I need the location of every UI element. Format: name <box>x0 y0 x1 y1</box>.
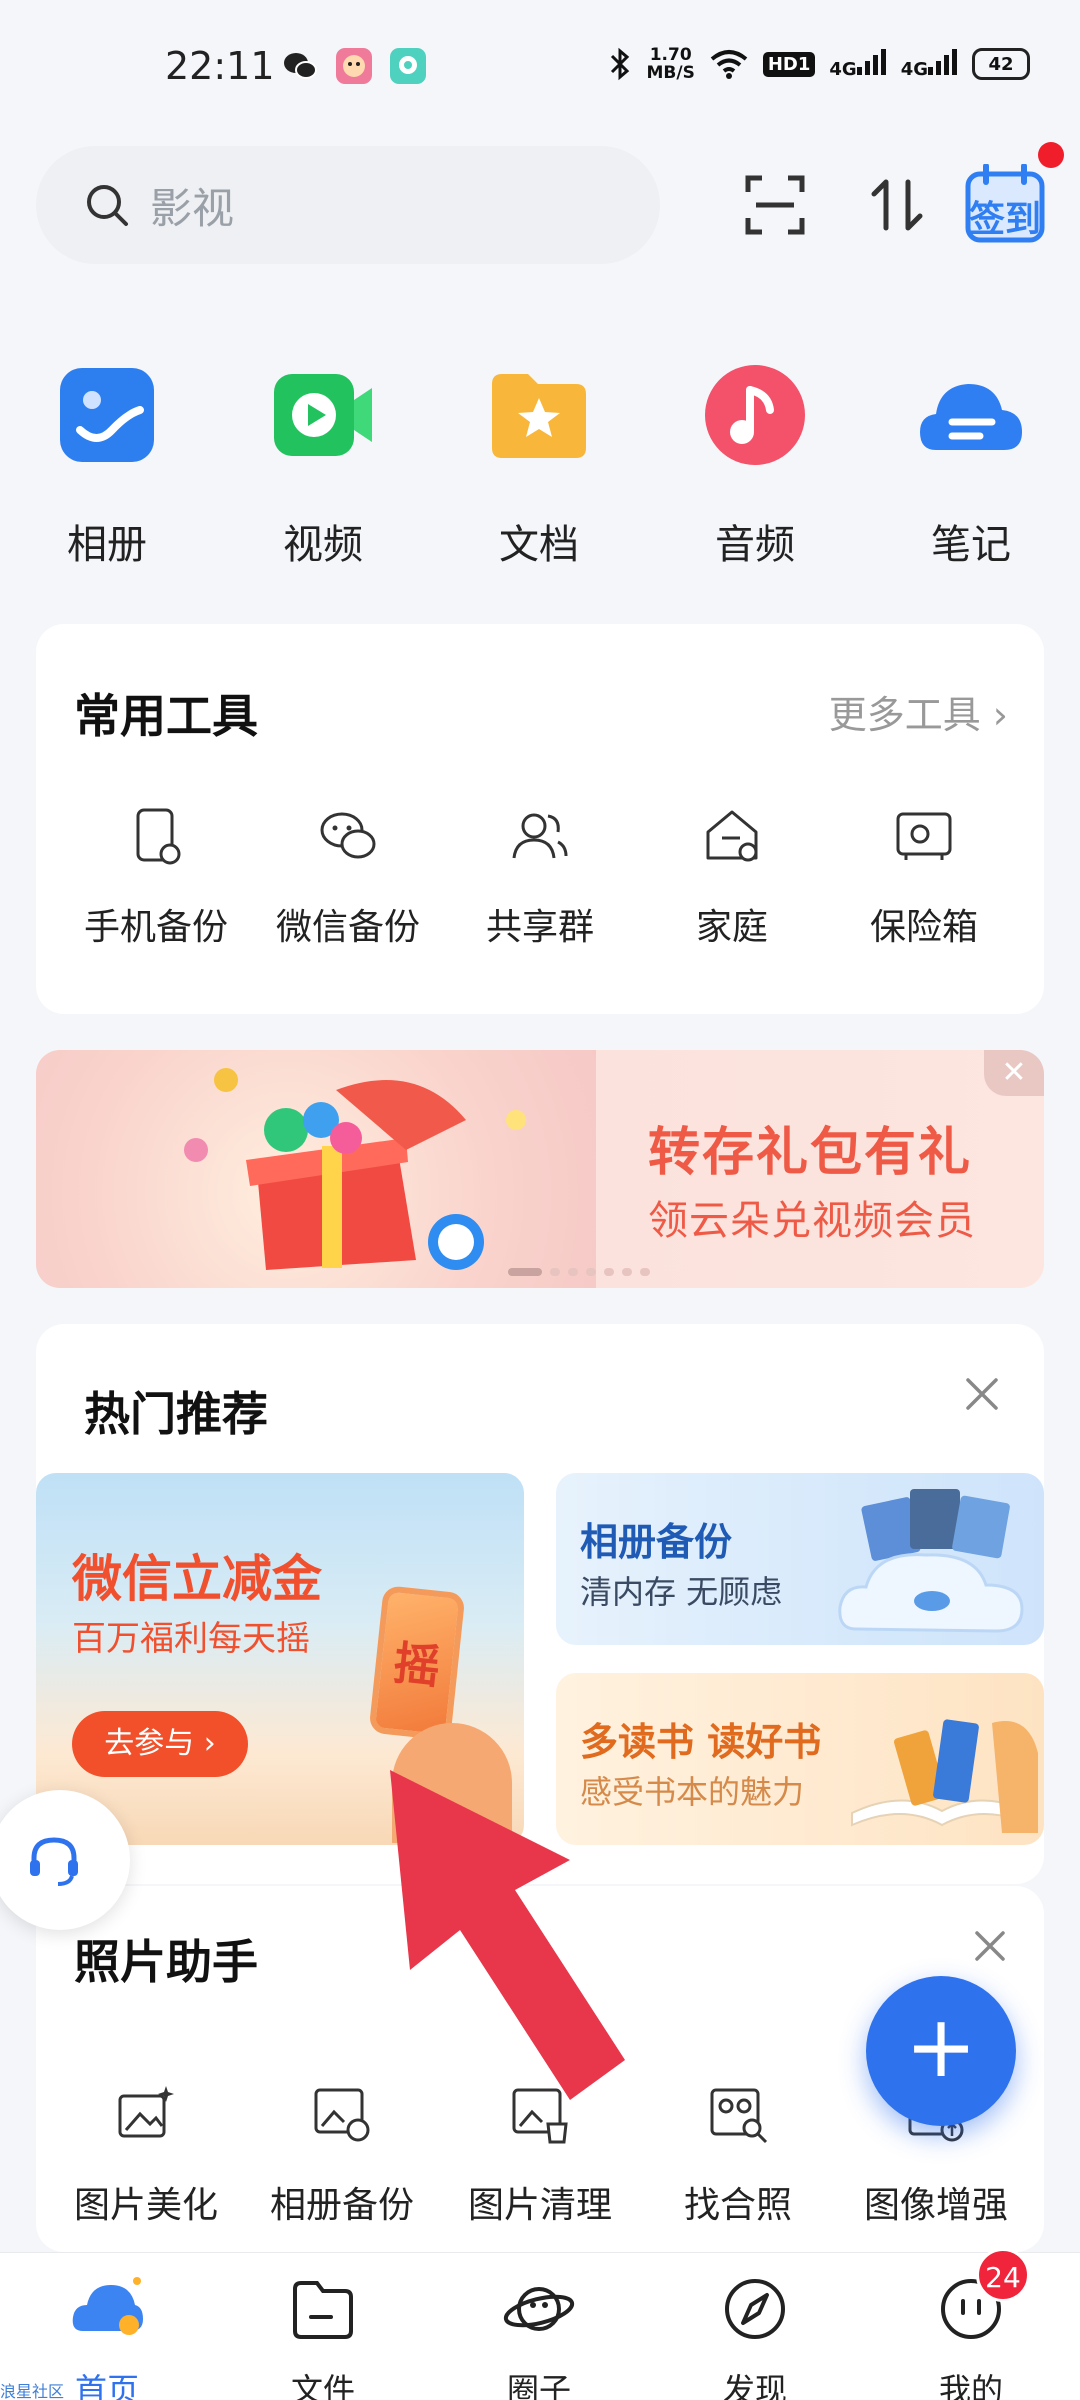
shake-phone-illustration: 摇 <box>368 1585 466 1741</box>
red-arrow-annotation <box>390 1770 625 2100</box>
tools-card-title: 常用工具 <box>74 689 258 743</box>
wechat-discount-title: 微信立减金 <box>72 1550 322 1608</box>
plus-icon: + <box>904 1997 978 2097</box>
category-document[interactable]: 文档 <box>459 360 619 570</box>
search-placeholder: 影视 <box>150 183 235 233</box>
photo-album-icon <box>60 368 154 462</box>
hot-card-title: 热门推荐 <box>84 1387 268 1441</box>
join-button[interactable]: 去参与 › <box>72 1711 248 1777</box>
nav-files[interactable]: 文件 <box>243 2271 403 2400</box>
safe-box-icon <box>896 812 952 860</box>
nav-circle[interactable]: 圈子 <box>459 2271 619 2400</box>
compass-icon <box>725 2279 785 2339</box>
bluetooth-icon <box>610 47 629 81</box>
battery-indicator: 42 <box>972 48 1030 80</box>
album-backup-subtitle: 清内存 无顾虑 <box>580 1573 783 1611</box>
more-tools-link[interactable]: 更多工具 › <box>829 684 1008 739</box>
bottom-navigation: 首页 文件 圈子 发现 我的 <box>0 2252 1080 2400</box>
document-folder-icon <box>492 374 586 458</box>
chevron-right-icon: › <box>980 693 1008 737</box>
common-tools-card: 常用工具 更多工具 › 手机备份 微信备份 共享群 家庭 保险箱 <box>36 624 1044 1014</box>
music-icon <box>705 365 805 465</box>
hd-icon: HD1 <box>762 51 816 77</box>
planet-icon <box>503 2287 575 2331</box>
tool-shared-group[interactable]: 共享群 <box>450 804 630 950</box>
add-button[interactable]: + <box>866 1976 1016 2126</box>
status-bar: 22:11 1.70 MB/S HD1 4G 4G 42 <box>0 0 1080 130</box>
banner-close-icon[interactable]: ✕ <box>984 1050 1044 1096</box>
wechat-backup-icon <box>320 812 376 859</box>
shake-glyph: 摇 <box>391 1635 443 1695</box>
cloud-photos-illustration <box>838 1489 1024 1633</box>
net-speed: 1.70 MB/S <box>646 45 695 83</box>
wechat-discount-subtitle: 百万福利每天摇 <box>72 1619 310 1659</box>
app-notification-icon <box>336 48 372 84</box>
chat-notification-icon <box>390 48 426 84</box>
signal-4g-1: 4G <box>829 48 886 80</box>
category-notes[interactable]: 笔记 <box>891 360 1051 570</box>
scan-icon[interactable] <box>740 170 810 240</box>
image-beautify-icon <box>118 2086 174 2138</box>
checkin-label: 签到 <box>968 199 1041 240</box>
photo-helper-title: 照片助手 <box>74 1935 258 1989</box>
phone-backup-icon <box>136 808 181 865</box>
family-home-icon <box>706 810 758 862</box>
tool-wechat-backup[interactable]: 微信备份 <box>258 804 438 950</box>
category-row: 相册 视频 文档 音频 笔记 <box>0 360 1080 580</box>
search-input[interactable]: 影视 <box>36 146 660 264</box>
category-audio[interactable]: 音频 <box>675 360 835 570</box>
status-time: 22:11 <box>165 44 275 88</box>
headset-icon <box>30 1837 78 1886</box>
notification-badge: 24 <box>976 2248 1030 2302</box>
shared-group-icon <box>512 813 568 859</box>
album-backup-icon <box>314 2088 370 2142</box>
tool-safe-box[interactable]: 保险箱 <box>834 804 1014 950</box>
signal-4g-2: 4G <box>901 48 958 80</box>
album-backup-card[interactable]: 相册备份 清内存 无顾虑 <box>556 1473 1044 1645</box>
nav-discover[interactable]: 发现 <box>675 2271 835 2400</box>
home-cloud-icon <box>72 2277 143 2335</box>
watermark-text: 浪星社区 <box>0 2382 65 2400</box>
transfer-icon[interactable] <box>862 170 932 240</box>
wechat-notification-icon <box>284 53 317 79</box>
video-icon <box>274 374 372 456</box>
helper-image-beautify[interactable]: 图片美化 <box>56 2082 236 2228</box>
note-cloud-icon <box>920 384 1022 450</box>
banner-page-indicator <box>508 1268 650 1276</box>
category-video[interactable]: 视频 <box>243 360 403 570</box>
banner-title: 转存礼包有礼 <box>648 1123 973 1183</box>
nav-profile[interactable]: 我的 <box>891 2271 1051 2400</box>
file-folder-icon <box>293 2281 353 2339</box>
banner-illustration <box>36 1050 596 1288</box>
close-icon[interactable] <box>972 1928 1008 1964</box>
wifi-icon <box>710 50 748 79</box>
find-group-photo-icon <box>710 2088 768 2144</box>
banner-subtitle: 领云朵兑视频会员 <box>648 1198 976 1244</box>
search-icon <box>87 185 128 226</box>
tool-family[interactable]: 家庭 <box>642 804 822 950</box>
close-icon[interactable] <box>962 1374 1002 1414</box>
album-backup-title: 相册备份 <box>580 1520 733 1564</box>
books-illustration <box>851 1719 1038 1833</box>
helper-find-group-photo[interactable]: 找合照 <box>648 2082 828 2228</box>
promo-banner[interactable]: 转存礼包有礼 领云朵兑视频会员 ✕ <box>36 1050 1044 1288</box>
tool-phone-backup[interactable]: 手机备份 <box>66 804 246 950</box>
checkin-button[interactable]: 签到 <box>964 163 1046 246</box>
notification-dot <box>1038 142 1064 168</box>
reading-title: 多读书 读好书 <box>580 1720 822 1764</box>
gift-box-illustration <box>184 1068 526 1270</box>
category-photo-album[interactable]: 相册 <box>27 360 187 570</box>
